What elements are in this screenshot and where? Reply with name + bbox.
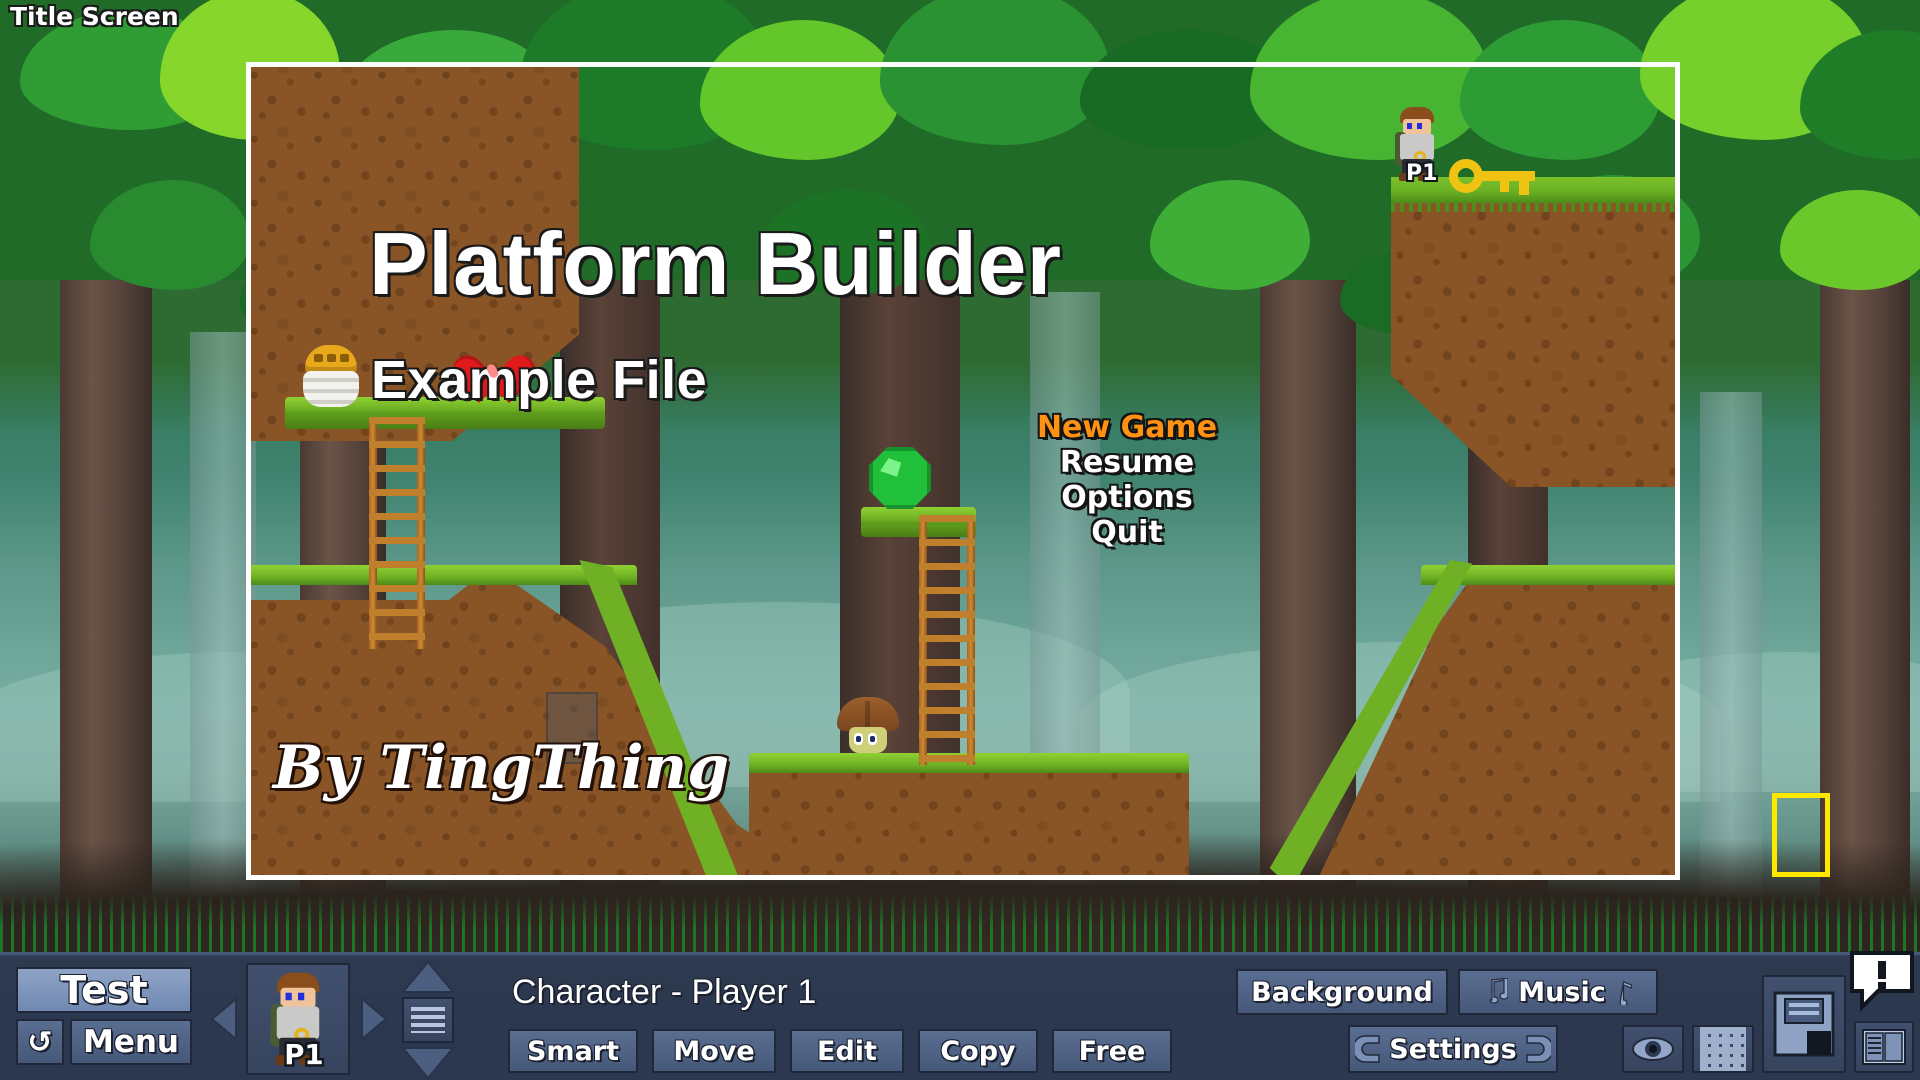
character-thumb-sprite: P1 — [269, 972, 327, 1074]
grid-toggle-button[interactable] — [1692, 1025, 1754, 1073]
beehive-pickup[interactable] — [303, 345, 359, 407]
author-byline: By TingThing — [273, 733, 730, 803]
mushroom-cap-line — [865, 701, 870, 727]
beehive-base — [303, 371, 359, 407]
mushroom-eye — [868, 733, 877, 745]
key-shaft — [1479, 171, 1535, 195]
mode-button-smart-label: Smart — [526, 1035, 620, 1067]
menu-item-new-game[interactable]: New Game — [1027, 410, 1227, 445]
platform-body — [285, 415, 605, 429]
chevron-down-icon — [400, 1047, 456, 1080]
mushroom-enemy[interactable] — [837, 697, 899, 753]
app-root: P1 Platform Builder Example File New Gam… — [0, 0, 1920, 1080]
terrain-right-plateau[interactable] — [1391, 177, 1675, 487]
selection-marker-box[interactable] — [1772, 793, 1830, 877]
ladder-rungs — [919, 515, 975, 765]
page-title: Platform Builder — [369, 214, 1062, 313]
ladder-left[interactable] — [369, 417, 425, 649]
scene-name-label: Title Screen — [10, 2, 179, 31]
mode-button-smart[interactable]: Smart — [508, 1029, 638, 1073]
speech-bubble-alert-icon — [1850, 951, 1914, 1012]
settings-button[interactable]: Settings — [1348, 1025, 1558, 1073]
prev-character-button[interactable] — [208, 995, 238, 1043]
ladder-rungs — [369, 417, 425, 649]
mode-button-free[interactable]: Free — [1052, 1029, 1172, 1073]
player-tag-label: P1 — [1404, 159, 1439, 188]
single-note-icon — [1619, 981, 1632, 1005]
visibility-toggle-button[interactable] — [1622, 1025, 1684, 1073]
wrench-right-icon — [1525, 1035, 1551, 1063]
menu-button[interactable]: Menu — [70, 1019, 192, 1065]
key-bow — [1449, 159, 1483, 193]
terrain-left-ground-grass — [251, 565, 637, 587]
test-button[interactable]: Test — [16, 967, 192, 1013]
key-pickup[interactable] — [1449, 159, 1535, 195]
mode-button-edit-label: Edit — [817, 1035, 877, 1067]
emerald-gem-pickup[interactable] — [869, 447, 931, 509]
menu-item-quit[interactable]: Quit — [1027, 515, 1227, 550]
title-menu[interactable]: New Game Resume Options Quit — [1027, 410, 1227, 550]
menu-item-resume[interactable]: Resume — [1027, 445, 1227, 480]
mode-button-edit[interactable]: Edit — [790, 1029, 904, 1073]
ladder-right[interactable] — [919, 515, 975, 765]
character-thumbnail[interactable]: P1 — [246, 963, 350, 1075]
music-button[interactable]: Music — [1458, 969, 1658, 1015]
mode-button-move[interactable]: Move — [652, 1029, 776, 1073]
music-button-label: Music — [1518, 976, 1606, 1008]
mushroom-cap — [837, 697, 899, 731]
eye-icon — [1632, 1037, 1674, 1061]
mode-button-move-label: Move — [673, 1035, 755, 1067]
save-button[interactable] — [1762, 975, 1846, 1073]
chevron-left-icon — [210, 996, 237, 1042]
mode-button-free-label: Free — [1078, 1035, 1146, 1067]
book-manual-icon — [1862, 1029, 1906, 1065]
background-button-label: Background — [1251, 976, 1433, 1008]
status-title: Character - Player 1 — [512, 973, 817, 1011]
test-button-label: Test — [60, 968, 148, 1012]
undo-button[interactable]: ↺ — [16, 1019, 64, 1065]
player-face — [280, 987, 316, 1008]
music-note-icon — [1489, 978, 1509, 1004]
level-bounds-frame[interactable]: P1 Platform Builder Example File New Gam… — [246, 62, 1680, 880]
grid-icon — [1700, 1027, 1746, 1071]
next-character-button[interactable] — [360, 995, 390, 1043]
chevron-right-icon — [361, 996, 388, 1042]
scroll-up-button[interactable] — [400, 959, 456, 995]
notification-button[interactable] — [1846, 949, 1918, 1013]
character-thumb-tag: P1 — [282, 1038, 326, 1074]
floppy-disk-save-icon — [1773, 991, 1835, 1057]
platform-grass-top — [251, 565, 637, 585]
beehive-cap — [305, 345, 357, 373]
player-1-sprite[interactable]: P1 — [1394, 107, 1440, 188]
character-list-button[interactable] — [402, 997, 454, 1043]
game-preview-stage[interactable]: P1 Platform Builder Example File New Gam… — [0, 0, 1920, 952]
background-button[interactable]: Background — [1236, 969, 1448, 1015]
manual-button[interactable] — [1854, 1021, 1914, 1073]
menu-item-options[interactable]: Options — [1027, 480, 1227, 515]
undo-icon: ↺ — [27, 1024, 53, 1060]
list-icon — [411, 1007, 445, 1033]
mode-button-copy-label: Copy — [940, 1035, 1016, 1067]
foreground-grass-fringe — [0, 894, 1920, 952]
editor-toolbar: Test ↺ Menu P1 Character - Player 1 Smar… — [0, 949, 1920, 1080]
scroll-down-button[interactable] — [400, 1045, 456, 1080]
mushroom-eye — [854, 733, 863, 745]
menu-button-label: Menu — [82, 1024, 179, 1060]
player-face — [1403, 119, 1431, 135]
settings-button-label: Settings — [1389, 1033, 1517, 1065]
chevron-up-icon — [400, 960, 456, 993]
mode-button-copy[interactable]: Copy — [918, 1029, 1038, 1073]
wrench-left-icon — [1355, 1035, 1381, 1063]
page-subtitle: Example File — [371, 350, 708, 410]
gem-facet — [880, 458, 902, 477]
